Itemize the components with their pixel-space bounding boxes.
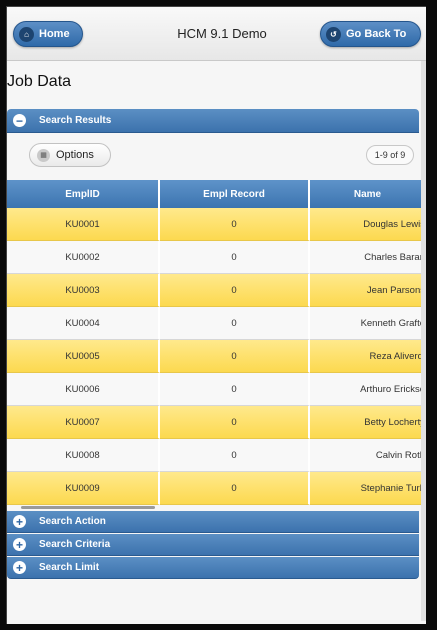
table-row[interactable]: KU0008 0 Calvin Roth (7, 439, 426, 472)
results-count-badge: 1-9 of 9 (366, 145, 414, 165)
cell-emplid[interactable]: KU0002 (7, 241, 160, 274)
cell-empl-record[interactable]: 0 (160, 241, 310, 274)
cell-emplid[interactable]: KU0004 (7, 307, 160, 340)
back-arrow-icon: ↺ (326, 26, 341, 42)
cell-emplid[interactable]: KU0001 (7, 208, 160, 241)
table-row[interactable]: KU0005 0 Reza Aliverdi (7, 340, 426, 373)
expand-plus-icon: + (13, 538, 26, 551)
options-label: Options (56, 149, 94, 161)
home-button-label: Home (39, 28, 70, 40)
cell-emplid[interactable]: KU0006 (7, 373, 160, 406)
cell-empl-record[interactable]: 0 (160, 406, 310, 439)
search-criteria-section-header[interactable]: + Search Criteria (7, 534, 419, 556)
horizontal-scrollbar[interactable] (21, 506, 155, 509)
home-icon: ⌂ (19, 26, 34, 42)
cell-name[interactable]: Charles Baran (310, 241, 426, 274)
cell-empl-record[interactable]: 0 (160, 208, 310, 241)
cell-emplid[interactable]: KU0008 (7, 439, 160, 472)
table-row[interactable]: KU0009 0 Stephanie Turb (7, 472, 426, 505)
page-title: Job Data (7, 73, 72, 90)
cell-name[interactable]: Stephanie Turb (310, 472, 426, 505)
cell-empl-record[interactable]: 0 (160, 373, 310, 406)
app-screen: ⌂ Home HCM 9.1 Demo ↺ Go Back To Job Dat… (6, 6, 426, 624)
go-back-button-label: Go Back To (346, 28, 407, 40)
cell-name[interactable]: Douglas Lewis (310, 208, 426, 241)
results-table: EmplID Empl Record Name KU0001 0 Douglas… (7, 180, 426, 505)
search-criteria-label: Search Criteria (39, 539, 111, 550)
search-action-section-header[interactable]: + Search Action (7, 511, 419, 533)
search-limit-label: Search Limit (39, 562, 100, 573)
table-row[interactable]: KU0001 0 Douglas Lewis (7, 208, 426, 241)
cell-empl-record[interactable]: 0 (160, 439, 310, 472)
cell-emplid[interactable]: KU0009 (7, 472, 160, 505)
grid-options-icon: ▦ (37, 148, 50, 162)
search-results-label: Search Results (39, 115, 112, 126)
table-header-row: EmplID Empl Record Name (7, 180, 426, 208)
cell-emplid[interactable]: KU0007 (7, 406, 160, 439)
expand-plus-icon: + (13, 561, 26, 574)
cell-empl-record[interactable]: 0 (160, 307, 310, 340)
column-header-emplid[interactable]: EmplID (7, 180, 160, 208)
table-row[interactable]: KU0003 0 Jean Parsons (7, 274, 426, 307)
cell-empl-record[interactable]: 0 (160, 340, 310, 373)
table-row[interactable]: KU0007 0 Betty Locherty (7, 406, 426, 439)
table-row[interactable]: KU0006 0 Arthuro Erickso (7, 373, 426, 406)
cell-name[interactable]: Jean Parsons (310, 274, 426, 307)
column-header-name[interactable]: Name (310, 180, 426, 208)
options-button[interactable]: ▦ Options (29, 143, 111, 167)
cell-emplid[interactable]: KU0005 (7, 340, 160, 373)
header-bar: ⌂ Home HCM 9.1 Demo ↺ Go Back To (7, 7, 426, 61)
search-results-section-header[interactable]: − Search Results (7, 109, 419, 133)
cell-empl-record[interactable]: 0 (160, 274, 310, 307)
table-row[interactable]: KU0004 0 Kenneth Grafto (7, 307, 426, 340)
go-back-button[interactable]: ↺ Go Back To (320, 21, 421, 47)
cell-name[interactable]: Reza Aliverdi (310, 340, 426, 373)
expand-plus-icon: + (13, 515, 26, 528)
app-title: HCM 9.1 Demo (177, 26, 267, 41)
column-header-empl-record[interactable]: Empl Record (160, 180, 310, 208)
vertical-scrollbar[interactable] (421, 61, 426, 621)
cell-empl-record[interactable]: 0 (160, 472, 310, 505)
cell-name[interactable]: Calvin Roth (310, 439, 426, 472)
cell-name[interactable]: Betty Locherty (310, 406, 426, 439)
cell-name[interactable]: Kenneth Grafto (310, 307, 426, 340)
home-button[interactable]: ⌂ Home (13, 21, 83, 47)
search-limit-section-header[interactable]: + Search Limit (7, 557, 419, 579)
cell-emplid[interactable]: KU0003 (7, 274, 160, 307)
collapse-minus-icon: − (13, 114, 26, 127)
cell-name[interactable]: Arthuro Erickso (310, 373, 426, 406)
table-row[interactable]: KU0002 0 Charles Baran (7, 241, 426, 274)
search-action-label: Search Action (39, 516, 106, 527)
